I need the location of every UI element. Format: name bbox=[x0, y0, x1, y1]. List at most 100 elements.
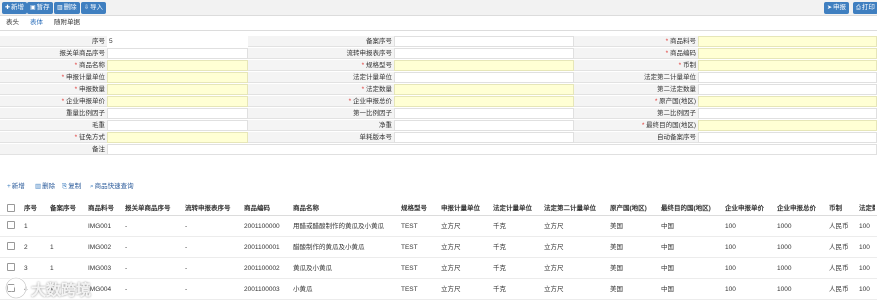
form-label-text: 商品名称 bbox=[79, 62, 105, 69]
form-field[interactable] bbox=[394, 96, 574, 107]
form-label: * 企业申报单价 bbox=[0, 96, 107, 107]
form-field[interactable] bbox=[698, 72, 877, 83]
form-label: 备案序号 bbox=[248, 36, 394, 47]
form-label-text: 申报数量 bbox=[79, 86, 105, 93]
form-field[interactable] bbox=[698, 108, 877, 119]
form-row-remark: 备注 bbox=[0, 144, 877, 155]
form-label-text: 第一比例因子 bbox=[353, 110, 392, 117]
form-field[interactable] bbox=[698, 48, 877, 59]
column-header[interactable]: 序号 bbox=[24, 201, 48, 216]
delete-button[interactable]: ▥删除 bbox=[54, 2, 80, 14]
form-field[interactable] bbox=[107, 84, 248, 95]
form-field[interactable] bbox=[394, 48, 574, 59]
form-field[interactable] bbox=[698, 84, 877, 95]
form-label-text: 法定计量单位 bbox=[353, 74, 392, 81]
table-cell: 中国 bbox=[661, 265, 674, 272]
column-header[interactable]: 最终目的国(地区) bbox=[661, 201, 723, 216]
column-header[interactable]: 企业申报总价 bbox=[777, 201, 827, 216]
form-field[interactable] bbox=[107, 96, 248, 107]
column-header[interactable]: 商品料号 bbox=[88, 201, 123, 216]
declare-button[interactable]: ➤申报 bbox=[824, 2, 850, 14]
form-row: * 企业申报单价 * 企业申报总价 * 原产国(地区) bbox=[0, 96, 877, 107]
form-field[interactable] bbox=[107, 72, 248, 83]
column-header[interactable]: 流转申报表序号 bbox=[185, 201, 242, 216]
form-field[interactable] bbox=[394, 36, 574, 47]
table-cell: 黄瓜及小黄瓜 bbox=[293, 265, 332, 272]
table-cell: 人民币 bbox=[829, 265, 849, 272]
column-header[interactable]: 申报计量单位 bbox=[441, 201, 491, 216]
form-field[interactable] bbox=[394, 132, 574, 143]
column-header[interactable]: 备案序号 bbox=[50, 201, 86, 216]
remark-field[interactable] bbox=[107, 144, 877, 155]
table-cell: 小黄瓜 bbox=[293, 286, 313, 293]
row-delete-button[interactable]: ▥删除 bbox=[35, 182, 55, 192]
table-row[interactable]: 1 IMG001 - - 2001100000 用醋或醋酸制作的黄瓜及小黄瓜 TEST 立方尺… bbox=[0, 216, 877, 237]
form-label: * 企业申报总价 bbox=[248, 96, 394, 107]
form-label: 第一比例因子 bbox=[248, 108, 394, 119]
form-label: 序号 bbox=[0, 36, 107, 47]
print-button[interactable]: ⎙打印 bbox=[853, 2, 877, 14]
form-field[interactable] bbox=[394, 72, 574, 83]
form-field[interactable] bbox=[107, 108, 248, 119]
form-row: 序号 5 备案序号 * 商品料号 bbox=[0, 36, 877, 47]
table-cell: - bbox=[185, 286, 188, 293]
column-header[interactable]: 商品编码 bbox=[244, 201, 291, 216]
form-field[interactable] bbox=[107, 60, 248, 71]
form-field[interactable] bbox=[107, 120, 248, 131]
form-label-text: 最终目的国(地区) bbox=[646, 122, 696, 129]
form-label-text: 序号 bbox=[92, 38, 105, 45]
row-checkbox[interactable] bbox=[7, 242, 15, 250]
column-header[interactable]: 企业申报单价 bbox=[725, 201, 775, 216]
form-field[interactable] bbox=[698, 120, 877, 131]
form-row: 报关单商品序号 流转申报表序号 * 商品编码 bbox=[0, 48, 877, 59]
tab-body[interactable]: 表体 bbox=[30, 18, 43, 28]
column-header[interactable]: 法定计量单位 bbox=[493, 201, 542, 216]
column-header[interactable]: 商品名称 bbox=[293, 201, 399, 216]
form-field[interactable] bbox=[698, 132, 877, 143]
form-field[interactable] bbox=[107, 48, 248, 59]
table-row[interactable]: 4 1 IMG004- -2001100003 小黄瓜 TEST 立方尺 千克 立方尺 美国 中国 1… bbox=[0, 279, 877, 300]
watermark-logo bbox=[4, 276, 28, 300]
form-field[interactable] bbox=[698, 60, 877, 71]
quick-query-button[interactable]: ⌕商品快速查询 bbox=[90, 182, 134, 192]
watermark-text: 大数跨境 bbox=[31, 282, 92, 299]
form-field[interactable] bbox=[394, 120, 574, 131]
column-header[interactable]: 法定数 bbox=[859, 201, 875, 216]
form-field[interactable] bbox=[394, 108, 574, 119]
table-cell: 立方尺 bbox=[544, 244, 564, 251]
column-header[interactable]: 法定第二计量单位 bbox=[544, 201, 608, 216]
column-header[interactable]: 币制 bbox=[829, 201, 857, 216]
form-field[interactable] bbox=[698, 96, 877, 107]
row-checkbox[interactable] bbox=[7, 221, 15, 229]
table-row[interactable]: 2 1 IMG002 - - 2001100001 醋酸制作的黄瓜及小黄瓜 TEST 立方尺 千克… bbox=[0, 237, 877, 258]
plus-icon: + bbox=[7, 183, 11, 190]
tab-attachments[interactable]: 随附单据 bbox=[54, 18, 80, 28]
row-copy-button[interactable]: ⎘复制 bbox=[62, 182, 81, 192]
column-header[interactable]: 原产国(地区) bbox=[610, 201, 659, 216]
table-row[interactable]: 3 1 IMG003- -2001100002 黄瓜及小黄瓜 TEST 立方尺 千克 立方尺 美国… bbox=[0, 258, 877, 279]
table-cell: 千克 bbox=[493, 265, 506, 272]
form-label-text: 币制 bbox=[683, 62, 696, 69]
save-draft-button[interactable]: ▣暂存 bbox=[27, 2, 53, 14]
row-checkbox[interactable] bbox=[7, 263, 15, 271]
import-button[interactable]: ⇩导入 bbox=[81, 2, 107, 14]
column-header[interactable]: 规格型号 bbox=[401, 201, 439, 216]
form-label-text: 商品料号 bbox=[670, 38, 696, 45]
trash-icon: ▥ bbox=[57, 5, 63, 11]
plus-icon: ✚ bbox=[5, 5, 11, 11]
form-field[interactable] bbox=[107, 132, 248, 143]
form-field[interactable] bbox=[698, 36, 877, 47]
form-label-text: 征免方式 bbox=[79, 134, 105, 141]
add-button[interactable]: ✚新增 bbox=[2, 2, 28, 14]
table-cell: 中国 bbox=[661, 223, 674, 230]
table-cell: 1 bbox=[24, 223, 28, 230]
tab-header[interactable]: 表头 bbox=[6, 18, 19, 28]
form-label-text: 企业申报单价 bbox=[66, 98, 105, 105]
table-cell: 美国 bbox=[610, 223, 623, 230]
form-label: 第二法定数量 bbox=[574, 84, 698, 95]
select-all-checkbox[interactable] bbox=[7, 204, 15, 212]
column-header[interactable]: 报关单商品序号 bbox=[125, 201, 183, 216]
row-add-button[interactable]: +新增 bbox=[7, 182, 25, 192]
form-field[interactable] bbox=[394, 60, 574, 71]
form-field[interactable] bbox=[394, 84, 574, 95]
